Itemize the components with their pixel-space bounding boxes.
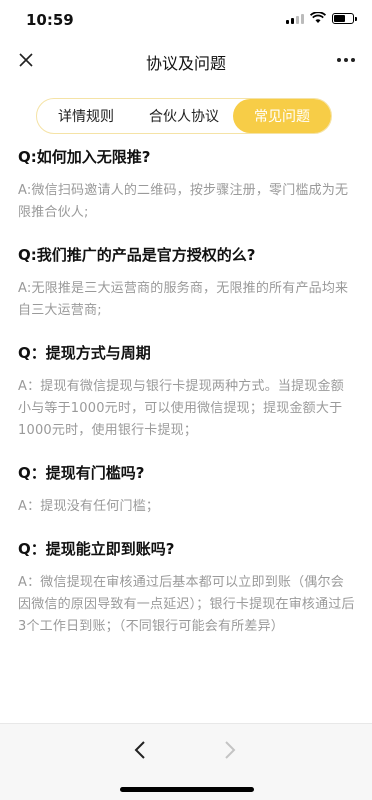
faq-item: Q:我们推广的产品是官方授权的么? A:无限推是三大运营商的服务商，无限推的所有…	[18, 244, 356, 322]
faq-answer: A：提现没有任何门槛；	[18, 499, 160, 514]
faq-answer: A:微信扫码邀请人的二维码，按步骤注册，零门槛成为无限推合伙人;	[18, 183, 349, 220]
tab-partner-agreement[interactable]: 合伙人协议	[135, 99, 233, 133]
signal-icon	[286, 13, 304, 24]
faq-question: Q:如何加入无限推?	[18, 148, 151, 166]
faq-answer: A：提现有微信提现与银行卡提现两种方式。当提现金额小与等于1000元时，可以使用…	[18, 379, 344, 438]
faq-question: Q：提现方式与周期	[18, 344, 151, 362]
more-icon	[337, 58, 355, 62]
status-time: 10:59	[26, 11, 74, 29]
faq-question: Q:我们推广的产品是官方授权的么?	[18, 246, 256, 264]
tab-rules[interactable]: 详情规则	[37, 99, 135, 133]
status-bar: 10:59	[0, 0, 372, 40]
status-icons	[286, 12, 357, 24]
more-button[interactable]	[334, 48, 358, 72]
faq-item: Q:如何加入无限推? A:微信扫码邀请人的二维码，按步骤注册，零门槛成为无限推合…	[18, 146, 356, 224]
tab-faq[interactable]: 常见问题	[233, 99, 331, 133]
faq-list: Q:如何加入无限推? A:微信扫码邀请人的二维码，按步骤注册，零门槛成为无限推合…	[18, 146, 356, 658]
nav-bar: 协议及问题	[0, 40, 372, 80]
faq-question: Q：提现能立即到账吗?	[18, 540, 175, 558]
chevron-right-icon	[225, 741, 236, 759]
faq-item: Q：提现能立即到账吗? A：微信提现在审核通过后基本都可以立即到账（偶尔会因微信…	[18, 538, 356, 638]
faq-answer: A:无限推是三大运营商的服务商，无限推的所有产品均来自三大运营商;	[18, 281, 349, 318]
battery-icon	[332, 12, 357, 24]
back-button[interactable]	[128, 738, 152, 762]
chevron-left-icon	[134, 741, 145, 759]
faq-question: Q：提现有门槛吗?	[18, 464, 145, 482]
faq-answer: A：微信提现在审核通过后基本都可以立即到账（偶尔会因微信的原因导致有一点延迟）；…	[18, 575, 355, 634]
page-title: 协议及问题	[145, 54, 226, 73]
faq-item: Q：提现有门槛吗? A：提现没有任何门槛；	[18, 462, 356, 518]
browser-toolbar	[0, 723, 372, 800]
wifi-icon	[310, 12, 326, 23]
faq-item: Q：提现方式与周期 A：提现有微信提现与银行卡提现两种方式。当提现金额小与等于1…	[18, 342, 356, 442]
segment-tabs: 详情规则 合伙人协议 常见问题	[36, 98, 332, 134]
home-indicator[interactable]	[120, 787, 254, 792]
forward-button[interactable]	[218, 738, 242, 762]
